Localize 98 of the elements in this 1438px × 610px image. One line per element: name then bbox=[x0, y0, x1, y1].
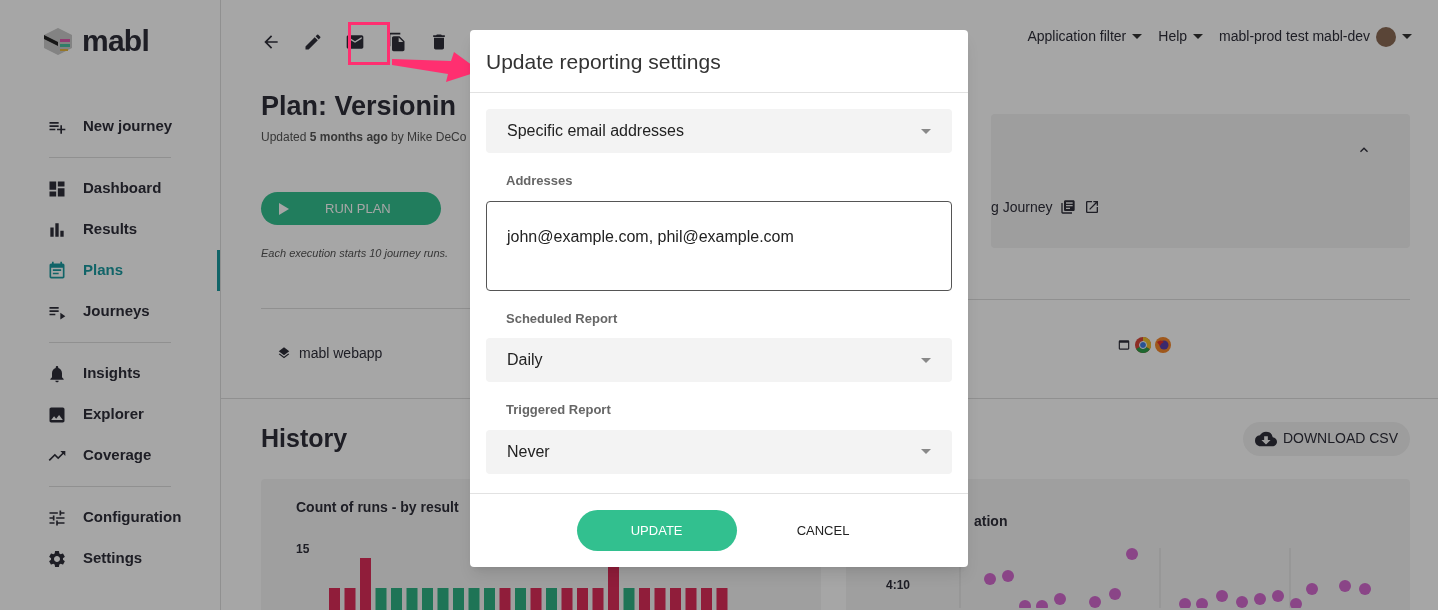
chart-point bbox=[1036, 599, 1049, 608]
window-icon bbox=[1117, 337, 1131, 352]
chart-point bbox=[1109, 587, 1122, 600]
download-csv-button[interactable]: DOWNLOAD CSV bbox=[1242, 421, 1411, 456]
chart-bar bbox=[623, 587, 635, 610]
mail-icon[interactable] bbox=[345, 32, 365, 52]
chart-point bbox=[984, 572, 997, 585]
logo-icon bbox=[42, 26, 74, 56]
bell-icon bbox=[47, 363, 67, 384]
chart-bar bbox=[515, 587, 527, 610]
axis-label: 15 bbox=[296, 540, 310, 558]
chart-bar bbox=[670, 587, 682, 610]
application-name: mabl webapp bbox=[299, 343, 383, 363]
open-external-icon[interactable] bbox=[1084, 199, 1101, 215]
journey-link[interactable]: g Journey bbox=[991, 196, 1053, 218]
addresses-field[interactable]: john@example.com, phil@example.com bbox=[486, 200, 952, 291]
chart-point bbox=[1254, 592, 1267, 605]
chart-point bbox=[1339, 579, 1352, 592]
chart-bar bbox=[577, 587, 589, 610]
chart-bar bbox=[375, 587, 387, 610]
chrome-icon bbox=[1135, 336, 1151, 353]
firefox-icon bbox=[1155, 336, 1171, 353]
chart-bar bbox=[468, 587, 480, 610]
logo-text: mabl bbox=[82, 26, 150, 56]
copy-icon[interactable] bbox=[387, 32, 407, 52]
nav-item[interactable]: Explorer bbox=[47, 394, 220, 435]
layers-icon bbox=[277, 346, 291, 360]
chart-point bbox=[1196, 597, 1209, 608]
chart-bar bbox=[344, 587, 356, 610]
chart-bar bbox=[437, 587, 449, 610]
field-label: Addresses bbox=[505, 172, 574, 190]
nav-item[interactable]: Settings bbox=[47, 538, 220, 579]
chart-title: ation bbox=[973, 511, 1009, 531]
chart-bar bbox=[685, 587, 697, 610]
dialog-title: Update reporting settings bbox=[486, 49, 721, 76]
nav-item[interactable]: Configuration bbox=[47, 497, 220, 538]
caret-icon bbox=[1193, 34, 1204, 39]
settings-icon bbox=[47, 548, 67, 569]
highlight-frame bbox=[348, 22, 390, 65]
header-menu[interactable]: Application filter bbox=[1027, 26, 1143, 47]
chart-point bbox=[1054, 592, 1067, 605]
history-heading: History bbox=[261, 422, 348, 454]
caret-icon bbox=[1132, 34, 1143, 39]
axis-label: 4:10 bbox=[885, 576, 911, 594]
book-icon[interactable] bbox=[1060, 199, 1077, 215]
field-label: Scheduled Report bbox=[505, 309, 619, 328]
chart-bar bbox=[499, 587, 511, 610]
updated-text: Updated 5 months ago by Mike DeCo bbox=[261, 129, 467, 146]
chart-bar bbox=[716, 587, 728, 610]
header-menu[interactable]: Help bbox=[1158, 26, 1204, 47]
chart-bar bbox=[546, 587, 558, 610]
chart-point bbox=[1019, 599, 1032, 608]
dropdown-field[interactable]: Never bbox=[486, 429, 952, 474]
caret-icon bbox=[921, 357, 931, 363]
cancel-button[interactable]: CANCEL bbox=[776, 510, 870, 551]
chart-bar bbox=[639, 587, 651, 610]
chart-title: Count of runs - by result bbox=[296, 497, 460, 517]
chart-point bbox=[1216, 589, 1229, 602]
chart-point bbox=[1306, 582, 1319, 595]
avatar-icon bbox=[1376, 26, 1397, 47]
chart-point bbox=[1272, 589, 1285, 602]
chart-bar bbox=[360, 557, 372, 610]
chart-bar bbox=[484, 587, 496, 610]
field-label: Triggered Report bbox=[505, 401, 612, 419]
chart-point bbox=[1126, 547, 1139, 560]
chart-point bbox=[1089, 595, 1102, 608]
chart-point bbox=[1359, 582, 1372, 595]
chart-bar bbox=[422, 587, 434, 610]
chart-point bbox=[1002, 569, 1015, 582]
execution-note: Each execution starts 10 journey runs. bbox=[261, 246, 450, 261]
caret-icon bbox=[921, 128, 931, 134]
chart-bar bbox=[561, 587, 573, 610]
chart-point bbox=[1290, 597, 1303, 608]
chart-bar bbox=[530, 587, 542, 610]
nav-item[interactable]: Journeys bbox=[47, 291, 220, 332]
nav-item[interactable]: Insights bbox=[47, 353, 220, 394]
caret-icon bbox=[1402, 34, 1413, 39]
chart-bar bbox=[701, 587, 713, 610]
nav-item[interactable]: Dashboard bbox=[47, 168, 220, 209]
chart-bar bbox=[391, 587, 403, 610]
play-icon bbox=[279, 202, 289, 215]
chart-bar bbox=[654, 587, 666, 610]
nav-item[interactable]: Results bbox=[47, 209, 220, 250]
calendar-icon bbox=[47, 260, 67, 281]
plan-title: Plan: Versionin bbox=[261, 90, 457, 123]
chart-bar bbox=[406, 587, 418, 610]
dropdown-field[interactable]: Daily bbox=[486, 338, 952, 382]
nav-item[interactable]: New journey bbox=[0, 106, 220, 147]
chart-bar bbox=[329, 587, 341, 610]
chart-bar bbox=[453, 587, 465, 610]
nav-item[interactable]: Coverage bbox=[47, 435, 220, 476]
chart-bar bbox=[592, 587, 604, 610]
dropdown-field[interactable]: Specific email addresses bbox=[486, 109, 952, 153]
chart-point bbox=[1236, 595, 1249, 608]
caret-icon bbox=[921, 449, 931, 454]
header-menu[interactable]: mabl-prod test mabl-dev bbox=[1219, 26, 1413, 47]
pencil-icon[interactable] bbox=[303, 32, 323, 52]
chart-point bbox=[1179, 597, 1192, 608]
